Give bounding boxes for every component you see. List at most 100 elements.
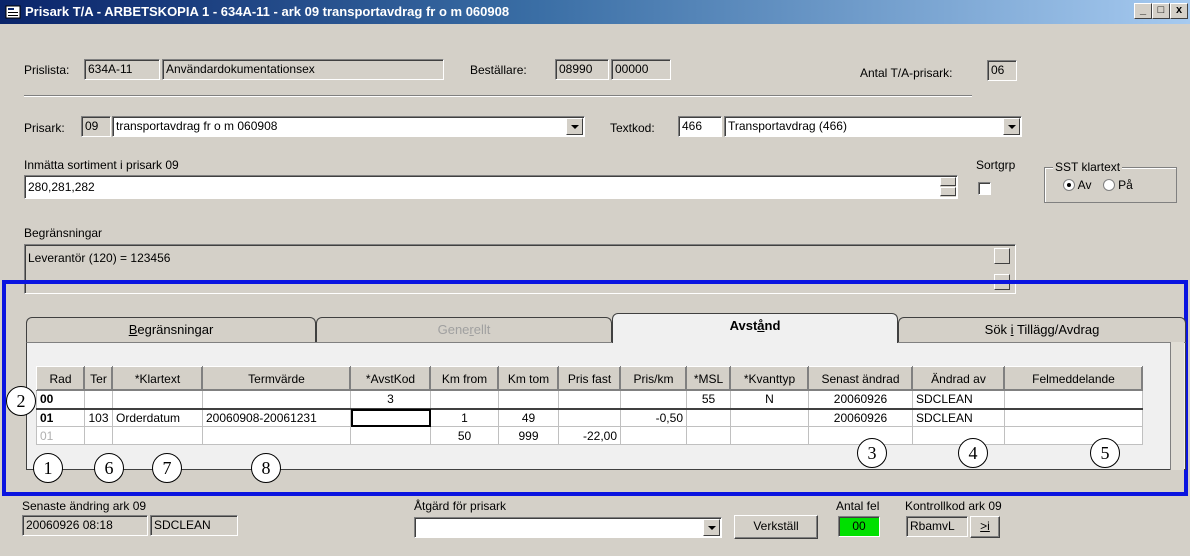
bestallare-code2-field: 00000 [611, 59, 671, 80]
cell-felmeddelande [1004, 390, 1143, 410]
sst-av-radio[interactable] [1063, 179, 1075, 191]
col-header-km-tom[interactable]: Km tom [498, 366, 559, 391]
textkod-label: Textkod: [610, 121, 655, 135]
cell-pris-fast[interactable]: -22,00 [558, 426, 621, 445]
textkod-code-field[interactable]: 466 [678, 116, 722, 137]
cell-rad[interactable]: 01 [36, 408, 85, 427]
sst-pa-label: På [1118, 178, 1133, 192]
cell-felmeddelande [1004, 408, 1143, 427]
cell-avstkod[interactable]: 3 [350, 390, 431, 410]
cell-msl[interactable]: 55 [686, 390, 731, 410]
sortgrp-checkbox[interactable] [978, 182, 991, 195]
cell-klartext[interactable] [112, 426, 203, 445]
cell-rad[interactable]: 01 [36, 426, 85, 445]
cell-km-tom[interactable]: 999 [498, 426, 559, 445]
chevron-down-icon[interactable] [566, 118, 583, 135]
col-header-pris-fast[interactable]: Pris fast [558, 366, 621, 391]
cell-ter[interactable] [84, 426, 113, 445]
col-header-km-from[interactable]: Km from [430, 366, 499, 391]
cell-km-from[interactable]: 1 [430, 408, 499, 427]
col-header-pris-km[interactable]: Pris/km [620, 366, 687, 391]
tab-sok-tillagg-avdrag[interactable]: Sök i Tillägg/Avdrag [898, 317, 1186, 343]
cell-km-from[interactable] [430, 390, 499, 410]
col-header-msl[interactable]: *MSL [686, 366, 731, 391]
cell-avstkod[interactable] [350, 426, 431, 445]
col-header-ter[interactable]: Ter [84, 366, 113, 391]
callout-2: 2 [6, 386, 36, 416]
cell-andrad-av: SDCLEAN [912, 408, 1005, 427]
avstand-grid[interactable]: Rad Ter *Klartext Termvärde *AvstKod Km … [36, 366, 1143, 445]
cell-msl[interactable] [686, 408, 731, 427]
prisark-number-field[interactable]: 09 [81, 116, 111, 137]
cell-rad[interactable]: 00 [36, 390, 85, 410]
cell-ter[interactable]: 103 [84, 408, 113, 427]
col-header-felmeddelande[interactable]: Felmeddelande [1004, 366, 1143, 391]
chevron-down-icon[interactable] [703, 519, 720, 536]
close-button[interactable]: x [1170, 3, 1188, 19]
cell-senast-andrad: 20060926 [808, 408, 913, 427]
cell-pris-km[interactable] [620, 390, 687, 410]
kontrollkod-field: RbamvL [906, 516, 968, 537]
sst-av-label: Av [1077, 178, 1092, 192]
prisark-select[interactable]: transportavdrag fr o m 060908 [112, 116, 585, 137]
callout-8: 8 [251, 453, 281, 483]
cell-klartext[interactable] [112, 390, 203, 410]
atgard-select[interactable] [414, 517, 722, 538]
col-header-avstkod[interactable]: *AvstKod [350, 366, 431, 391]
callout-6: 6 [94, 453, 124, 483]
maximize-button[interactable]: □ [1152, 3, 1170, 19]
col-header-termvarde[interactable]: Termvärde [202, 366, 351, 391]
sst-klartext-legend: SST klartext [1053, 160, 1123, 174]
prislista-name-field: Användardokumentationsex [162, 59, 444, 80]
minimize-button[interactable]: _ [1134, 3, 1152, 19]
col-header-klartext[interactable]: *Klartext [112, 366, 203, 391]
chevron-down-icon[interactable] [1003, 118, 1020, 135]
cell-pris-km[interactable] [620, 426, 687, 445]
senaste-datetime-field: 20060926 08:18 [22, 515, 148, 536]
cell-pris-fast[interactable] [558, 408, 621, 427]
senaste-user-field: SDCLEAN [150, 515, 238, 536]
cell-kvanttyp[interactable] [730, 408, 809, 427]
sst-pa-radio[interactable] [1102, 179, 1115, 191]
tab-avstand[interactable]: Avstånd [612, 313, 898, 343]
col-header-senast-andrad[interactable]: Senast ändrad [808, 366, 913, 391]
col-header-andrad-av[interactable]: Ändrad av [912, 366, 1005, 391]
tab-generellt[interactable]: Generellt [316, 317, 612, 343]
cell-termvarde[interactable] [202, 390, 351, 410]
cell-termvarde[interactable] [202, 426, 351, 445]
col-header-kvanttyp[interactable]: *Kvanttyp [730, 366, 809, 391]
cell-kvanttyp[interactable] [730, 426, 809, 445]
textkod-select[interactable]: Transportavdrag (466) [724, 116, 1022, 137]
sortgrp-label: Sortgrp [976, 158, 1016, 172]
tab-begransningar[interactable]: Begränsningar [26, 317, 316, 343]
cell-ter[interactable] [84, 390, 113, 410]
antal-ta-prisark-field: 06 [987, 60, 1017, 81]
sortiment-scroll[interactable] [940, 177, 956, 197]
cell-kvanttyp[interactable]: N [730, 390, 809, 410]
cell-km-from[interactable]: 50 [430, 426, 499, 445]
header-divider [24, 95, 972, 97]
cell-avstkod[interactable] [350, 408, 431, 427]
table-row[interactable]: 00 3 55 N 20060926 SDCLEAN [36, 390, 1143, 410]
callout-5: 5 [1090, 438, 1120, 468]
col-header-rad[interactable]: Rad [36, 366, 85, 391]
grid-scrollbar[interactable] [1170, 342, 1184, 470]
cell-km-tom[interactable]: 49 [498, 408, 559, 427]
cell-klartext[interactable]: Orderdatum [112, 408, 203, 427]
sortiment-input[interactable]: 280,281,282 [24, 175, 958, 199]
kontrollkod-info-button[interactable]: >i [970, 516, 1000, 538]
verkstall-button[interactable]: Verkställ [734, 515, 818, 539]
cell-km-tom[interactable] [498, 390, 559, 410]
table-row[interactable]: 01 103 Orderdatum 20060908-20061231 1 49… [36, 408, 1143, 427]
cell-pris-km[interactable]: -0,50 [620, 408, 687, 427]
cell-andrad-av [912, 426, 1005, 445]
cell-termvarde[interactable]: 20060908-20061231 [202, 408, 351, 427]
antal-ta-prisark-label: Antal T/A-prisark: [860, 66, 953, 80]
prisark-label: Prisark: [24, 121, 65, 135]
cell-pris-fast[interactable] [558, 390, 621, 410]
cell-msl[interactable] [686, 426, 731, 445]
title-bar[interactable]: Prisark T/A - ARBETSKOPIA 1 - 634A-11 - … [0, 0, 1190, 24]
callout-7: 7 [152, 453, 182, 483]
bestallare-code1-field: 08990 [555, 59, 609, 80]
senaste-andring-label: Senaste ändring ark 09 [22, 499, 147, 513]
